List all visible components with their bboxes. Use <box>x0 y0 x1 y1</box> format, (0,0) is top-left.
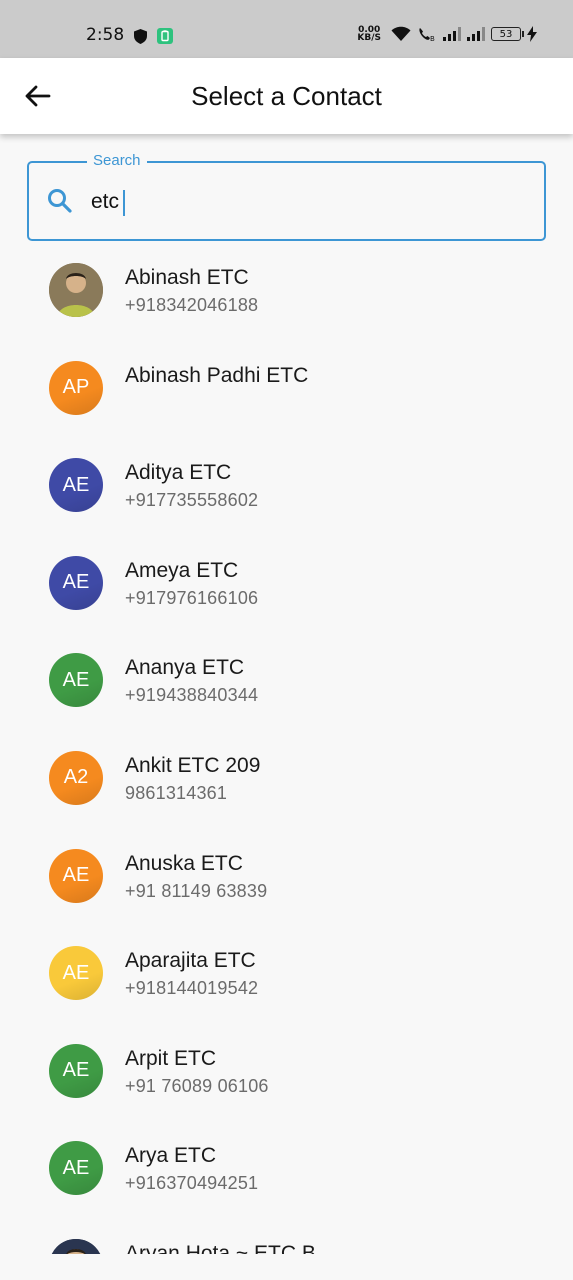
contact-name: Abinash ETC <box>125 266 249 289</box>
contact-name: Ameya ETC <box>125 558 239 582</box>
contact-phone: +918144019542 <box>125 978 259 999</box>
signal-icon <box>443 27 461 41</box>
contact-item[interactable]: AE Ameya ETC +917976166106 <box>0 541 573 639</box>
status-time: 2:58 <box>86 25 125 45</box>
avatar: AE <box>49 653 103 708</box>
contact-phone: +91 76089 06106 <box>125 1075 269 1096</box>
contact-name: Ananya ETC <box>125 656 245 680</box>
signal-icon-2 <box>467 27 485 41</box>
contact-name: Aparajita ETC <box>125 949 256 973</box>
avatar: A2 <box>49 750 103 805</box>
svg-text:B: B <box>430 35 435 42</box>
text-cursor <box>123 190 125 216</box>
contact-name: Arpit ETC <box>125 1046 217 1070</box>
search-input[interactable] <box>91 187 511 217</box>
contact-phone: +918342046188 <box>125 295 259 315</box>
contact-item[interactable]: AE Aditya ETC +917735558602 <box>0 443 573 541</box>
avatar: AE <box>49 848 103 903</box>
avatar: AE <box>49 555 103 610</box>
contact-name: Aryan Hota ~ ETC B <box>125 1241 316 1254</box>
contact-phone: 9861314361 <box>125 782 228 803</box>
avatar: AE <box>49 458 103 513</box>
contact-name: Ankit ETC 209 <box>125 753 261 777</box>
app-notification-icon <box>157 28 173 44</box>
contact-item[interactable]: AP Abinash Padhi ETC <box>0 346 573 444</box>
person-photo-icon <box>49 1238 103 1254</box>
charging-icon <box>527 26 537 42</box>
status-bar: 2:58 0.00 KB/S B 53 <box>0 0 573 58</box>
contact-name: Abinash Padhi ETC <box>125 363 309 387</box>
contact-item[interactable]: Aryan Hota ~ ETC B <box>0 1224 573 1254</box>
search-field[interactable]: Search <box>27 152 546 241</box>
net-speed: 0.00 KB/S <box>357 25 381 43</box>
contact-phone: +917735558602 <box>125 490 259 511</box>
search-label: Search <box>87 152 147 169</box>
contact-name: Arya ETC <box>125 1144 217 1168</box>
battery-icon: 53 <box>491 27 524 41</box>
page-title: Select a Contact <box>191 81 382 111</box>
app-bar: Select a Contact <box>0 58 573 134</box>
contact-name: Aditya ETC <box>125 461 232 485</box>
volte-call-icon: B <box>419 28 435 42</box>
contact-phone: +916370494251 <box>125 1173 259 1194</box>
person-photo-icon <box>49 263 103 317</box>
contact-item[interactable]: AE Anuska ETC +91 81149 63839 <box>0 834 573 932</box>
contact-list: Abinash ETC +918342046188 AP Abinash Padhi … <box>0 248 573 1254</box>
avatar: AE <box>49 1043 103 1098</box>
avatar: AP <box>49 360 103 415</box>
contact-name: Anuska ETC <box>125 851 243 875</box>
avatar-photo <box>49 263 103 317</box>
wifi-icon <box>391 26 411 41</box>
contact-item[interactable]: AE Ananya ETC +919438840344 <box>0 638 573 736</box>
contact-item[interactable]: AE Arya ETC +916370494251 <box>0 1126 573 1224</box>
search-icon <box>48 189 72 213</box>
contact-item[interactable]: Abinash ETC +918342046188 <box>0 248 573 346</box>
avatar: AE <box>49 1141 103 1196</box>
avatar-photo <box>49 1238 103 1254</box>
avatar: AE <box>49 946 103 1001</box>
contact-phone: +919438840344 <box>125 685 259 706</box>
shield-icon <box>134 28 147 44</box>
contact-phone: +917976166106 <box>125 587 259 608</box>
contact-item[interactable]: AE Aparajita ETC +918144019542 <box>0 931 573 1029</box>
contact-phone: +91 81149 63839 <box>125 880 268 901</box>
contact-item[interactable]: A2 Ankit ETC 209 9861314361 <box>0 736 573 834</box>
contact-item[interactable]: AE Arpit ETC +91 76089 06106 <box>0 1029 573 1127</box>
